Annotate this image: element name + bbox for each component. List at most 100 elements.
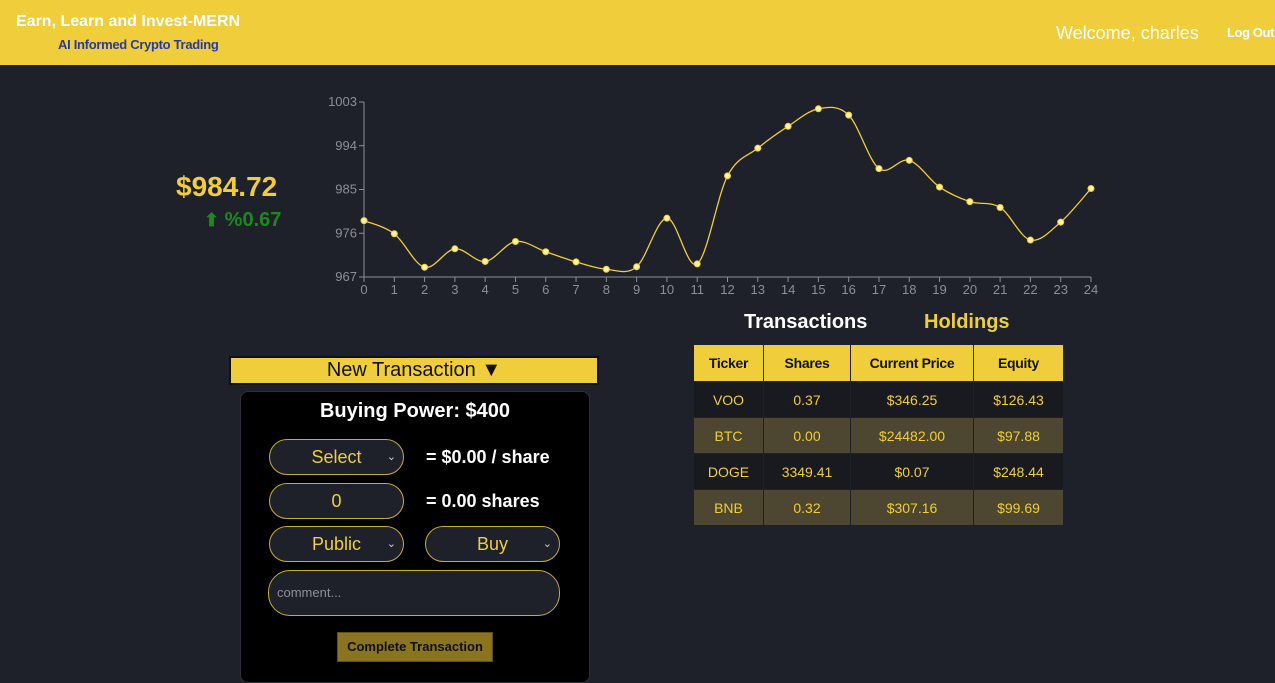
price-chart: 96797698599410030 1 2 3 4 5 6 7 8 9 10 11 12 13 14 15 16… <box>328 94 1098 297</box>
cell-current-price: $0.07 <box>850 453 974 490</box>
data-point <box>633 263 641 271</box>
holdings-table: Ticker Shares Current Price Equity VOO 0… <box>693 344 1064 526</box>
x-tick-label: 17 <box>872 282 886 297</box>
quantity-value: 0 <box>331 491 342 511</box>
y-tick-label: 976 <box>335 225 357 240</box>
comment-input[interactable]: comment... <box>268 570 560 616</box>
data-point <box>451 245 459 253</box>
new-transaction-toggle[interactable]: New Transaction ▼ <box>229 356 599 385</box>
y-tick-label: 985 <box>335 182 357 197</box>
table-row: DOGE 3349.41 $0.07 $248.44 <box>693 453 1064 490</box>
data-point <box>966 198 974 206</box>
y-tick-label: 1003 <box>328 94 357 109</box>
cell-current-price: $24482.00 <box>850 417 974 454</box>
transaction-form: Buying Power: $400 Select ⌄ = $0.00 / sh… <box>240 391 590 683</box>
x-tick-label: 23 <box>1053 282 1067 297</box>
x-tick-label: 6 <box>542 282 549 297</box>
x-tick-label: 18 <box>902 282 916 297</box>
x-tick-label: 22 <box>1023 282 1037 297</box>
x-tick-label: 8 <box>603 282 610 297</box>
x-tick-label: 21 <box>993 282 1007 297</box>
cell-current-price: $307.16 <box>850 489 974 526</box>
data-point <box>724 172 731 180</box>
complete-transaction-button[interactable]: Complete Transaction <box>337 632 493 662</box>
data-point <box>421 263 429 271</box>
data-point <box>663 214 671 222</box>
data-point <box>602 265 610 273</box>
data-point <box>1026 236 1034 244</box>
visibility-select-value: Public <box>311 534 362 554</box>
buying-power: Buying Power: $400 <box>319 400 511 422</box>
column-header-equity: Equity <box>973 344 1064 382</box>
table-row: BNB 0.32 $307.16 $99.69 <box>693 489 1064 526</box>
y-tick-label: 994 <box>335 138 357 153</box>
x-tick-label: 9 <box>633 282 640 297</box>
y-tick-label: 967 <box>335 269 357 284</box>
data-point <box>390 230 398 238</box>
data-point <box>1057 218 1065 226</box>
x-tick-label: 11 <box>690 282 704 297</box>
x-tick-label: 1 <box>391 282 398 297</box>
cell-equity: $248.44 <box>973 453 1064 490</box>
x-tick-label: 16 <box>841 282 855 297</box>
column-header-ticker: Ticker <box>693 344 764 382</box>
chevron-down-icon: ⌄ <box>386 538 396 550</box>
x-tick-label: 2 <box>421 282 428 297</box>
ticker-select[interactable]: Select ⌄ <box>269 439 404 475</box>
cell-equity: $97.88 <box>973 417 1064 454</box>
data-point <box>996 203 1004 211</box>
price-per-share: = $0.00 / share <box>426 447 550 467</box>
data-point <box>784 122 792 130</box>
data-point <box>511 238 519 246</box>
data-point <box>845 111 853 119</box>
x-tick-label: 12 <box>720 282 734 297</box>
x-tick-label: 10 <box>660 282 674 297</box>
buy-sell-select-value: Buy <box>476 534 509 554</box>
table-row: BTC 0.00 $24482.00 $97.88 <box>693 417 1064 454</box>
data-point <box>875 165 883 173</box>
ticker-select-value: Select <box>311 447 362 467</box>
data-point <box>572 258 580 266</box>
cell-shares: 3349.41 <box>763 453 851 490</box>
x-tick-label: 5 <box>512 282 519 297</box>
cell-current-price: $346.25 <box>850 381 974 418</box>
tab-transactions[interactable]: Transactions <box>744 311 867 334</box>
buy-sell-select[interactable]: Buy ⌄ <box>425 526 560 562</box>
visibility-select[interactable]: Public ⌄ <box>269 526 404 562</box>
x-tick-label: 14 <box>781 282 795 297</box>
cell-shares: 0.37 <box>763 381 851 418</box>
x-tick-label: 0 <box>360 282 367 297</box>
chevron-down-icon: ⌄ <box>386 451 396 463</box>
x-tick-label: 24 <box>1084 282 1098 297</box>
x-tick-label: 3 <box>451 282 458 297</box>
price-line <box>363 106 1092 273</box>
data-point <box>693 260 701 268</box>
chart-axes: 96797698599410030 1 2 3 4 5 6 7 8 9 10 11 12 13 14 15 16… <box>328 94 1098 297</box>
cell-ticker: BNB <box>693 489 764 526</box>
column-header-shares: Shares <box>763 344 851 382</box>
x-tick-label: 13 <box>751 282 765 297</box>
cell-ticker: BTC <box>693 417 764 454</box>
quantity-input[interactable]: 0 <box>269 483 404 519</box>
data-point <box>905 156 913 164</box>
comment-placeholder: comment... <box>277 585 342 600</box>
x-tick-label: 19 <box>932 282 946 297</box>
cell-shares: 0.32 <box>763 489 851 526</box>
table-header-row: Ticker Shares Current Price Equity <box>693 344 1064 382</box>
table-row: VOO 0.37 $346.25 $126.43 <box>693 381 1064 418</box>
x-tick-label: 15 <box>811 282 825 297</box>
tab-holdings[interactable]: Holdings <box>924 311 1010 334</box>
cell-ticker: VOO <box>693 381 764 418</box>
data-point <box>1087 185 1095 193</box>
x-tick-label: 7 <box>572 282 579 297</box>
x-tick-label: 20 <box>963 282 977 297</box>
shares-amount: = 0.00 shares <box>426 491 540 511</box>
cell-equity: $99.69 <box>973 489 1064 526</box>
cell-ticker: DOGE <box>693 453 764 490</box>
data-point <box>481 257 489 265</box>
data-point <box>814 105 822 113</box>
data-point <box>754 144 762 152</box>
cell-equity: $126.43 <box>973 381 1064 418</box>
chevron-down-icon: ⌄ <box>542 538 552 550</box>
data-point <box>360 217 368 225</box>
